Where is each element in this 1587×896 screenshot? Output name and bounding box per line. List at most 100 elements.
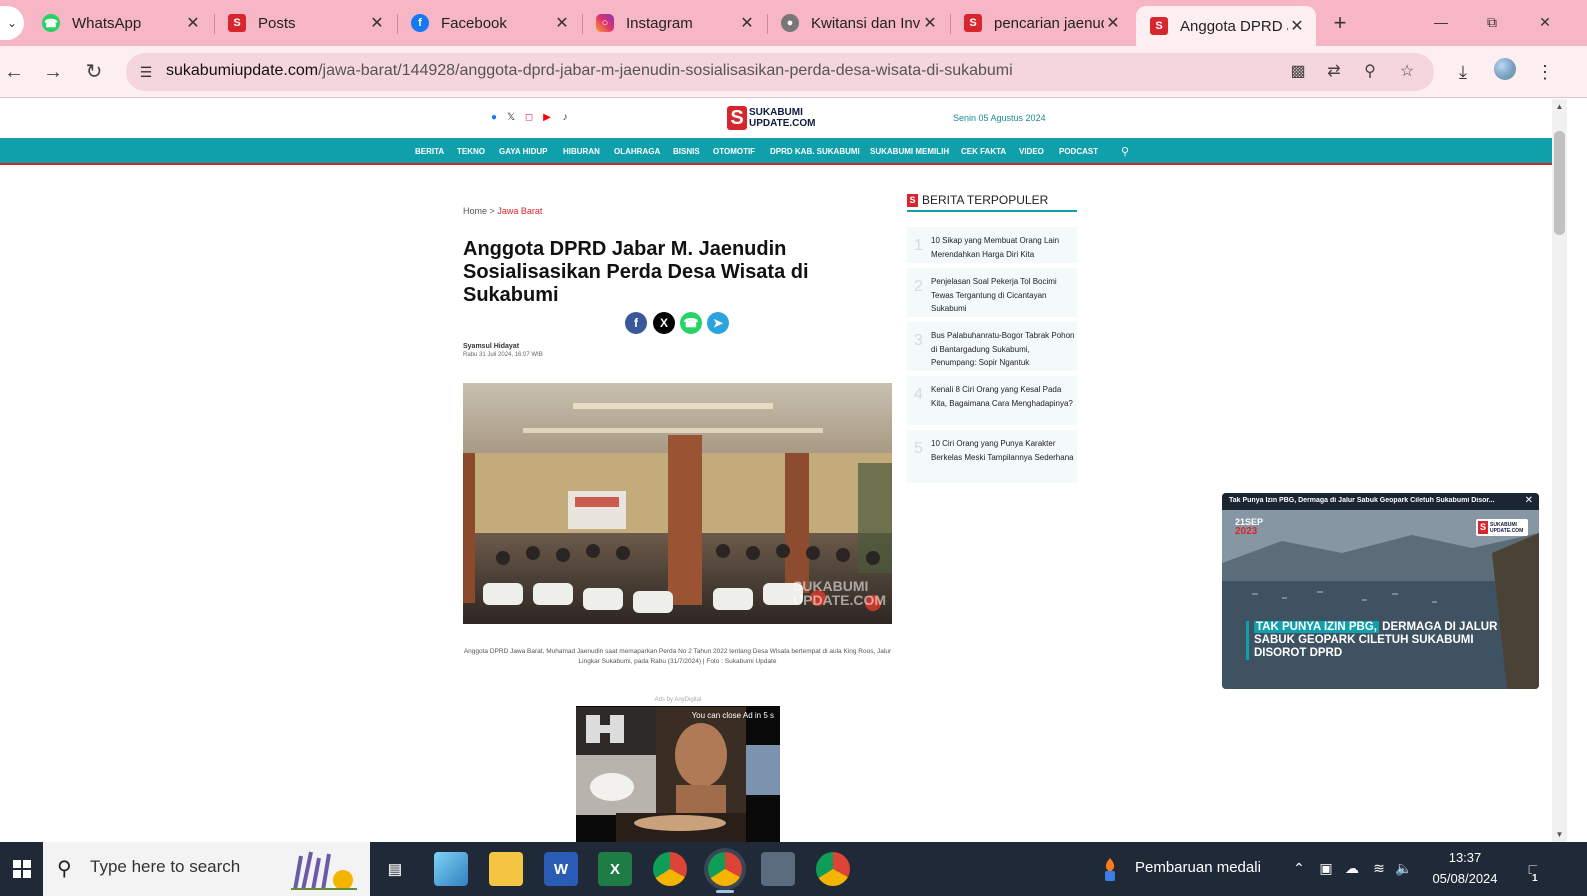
excel-app-icon[interactable]: X [598,852,632,886]
search-icon[interactable]: ⚲ [1121,145,1129,158]
meet-now-icon[interactable]: ▣ [1316,858,1336,878]
clock-time: 13:37 [1448,850,1482,865]
close-icon[interactable]: ✕ [921,13,939,33]
start-button[interactable] [0,842,43,896]
breadcrumb-current[interactable]: Jawa Barat [497,206,542,216]
tab-posts[interactable]: S Posts ✕ [214,6,396,40]
chrome-app-icon[interactable] [653,852,687,886]
popular-item[interactable]: 1 10 Sikap yang Membuat Orang Lain Meren… [907,227,1077,263]
news-widget[interactable]: Pembaruan medali [1099,854,1279,884]
close-icon[interactable]: ✕ [184,13,202,33]
popular-item[interactable]: 4 Kenali 8 Ciri Orang yang Kesal Pada Ki… [907,376,1077,425]
share-facebook-icon[interactable]: f [625,312,647,334]
popular-title[interactable]: Penjelasan Soal Pekerja Tol Bocimi Tewas… [931,275,1077,316]
scroll-down-arrow-icon[interactable]: ▼ [1552,827,1567,842]
nav-podcast[interactable]: PODCAST [1059,147,1098,156]
scroll-thumb[interactable] [1554,131,1565,235]
taskbar-clock[interactable]: 13:37 05/08/2024 [1420,847,1510,889]
zoom-icon[interactable]: ⚲ [1359,61,1381,83]
new-tab-plus-icon[interactable]: + [1327,10,1353,36]
site-logo[interactable]: S SUKABUMI UPDATE.COM [727,106,815,130]
page-scrollbar[interactable]: ▲ ▼ [1552,99,1567,842]
word-app-icon[interactable]: W [544,852,578,886]
task-view-icon[interactable]: ▤ [378,852,412,886]
minimize-icon[interactable]: — [1426,10,1456,34]
tab-facebook[interactable]: f Facebook ✕ [397,6,581,40]
file-explorer-icon[interactable] [489,852,523,886]
floating-video-player[interactable]: Tak Punya Izin PBG, Dermaga di Jalur Sab… [1222,493,1539,689]
video-bar-title[interactable]: Tak Punya Izin PBG, Dermaga di Jalur Sab… [1229,497,1519,504]
taskbar-search-box[interactable]: ⚲ Type here to search [43,842,370,896]
popular-title[interactable]: Kenali 8 Ciri Orang yang Kesal Pada Kita… [931,383,1077,410]
close-icon[interactable]: ✕ [1525,495,1533,506]
facebook-icon[interactable]: ● [488,112,500,124]
notification-center-icon[interactable]: □1 [1520,856,1546,892]
chrome-profile-app-icon[interactable] [816,852,850,886]
window-close-icon[interactable]: ✕ [1530,10,1560,34]
profile-avatar[interactable] [1494,58,1516,80]
popular-item[interactable]: 2 Penjelasan Soal Pekerja Tol Bocimi Tew… [907,268,1077,317]
notepad-app-icon[interactable] [434,852,468,886]
tab-instagram[interactable]: ○ Instagram ✕ [582,6,766,40]
popular-title[interactable]: 10 Ciri Orang yang Punya Karakter Berkel… [931,437,1077,464]
close-icon[interactable]: ✕ [738,13,756,33]
advertisement[interactable]: Ads by AnyDigital You can close Ad in 5 … [576,695,780,843]
close-icon[interactable]: ✕ [368,13,386,33]
nav-olahraga[interactable]: OLAHRAGA [614,147,660,156]
chrome-menu-icon[interactable]: ⋮ [1532,59,1558,85]
instagram-icon[interactable]: ◻ [523,112,535,124]
nav-dprd-kab-sukabumi[interactable]: DPRD KAB. SUKABUMI [770,147,860,156]
share-telegram-icon[interactable]: ➤ [707,312,729,334]
restore-icon[interactable]: ⧉ [1477,10,1507,34]
forward-arrow-icon[interactable]: → [39,58,67,86]
download-icon[interactable]: ⤓ [1450,59,1476,85]
wifi-icon[interactable]: ≋ [1369,858,1389,878]
nav-tekno[interactable]: TEKNO [457,147,485,156]
youtube-icon[interactable]: ▶ [541,112,553,124]
close-icon[interactable]: ✕ [1104,13,1122,33]
tab-whatsapp[interactable]: ☎ WhatsApp ✕ [28,6,212,40]
nav-cek-fakta[interactable]: CEK FAKTA [961,147,1006,156]
globe-icon: ● [781,14,799,32]
breadcrumb-home[interactable]: Home [463,206,487,216]
reload-icon[interactable]: ↻ [80,58,108,86]
calculator-app-icon[interactable] [761,852,795,886]
share-whatsapp-icon[interactable]: ☎ [680,312,702,334]
address-bar[interactable]: ☰ sukabumiupdate.com/jawa-barat/144928/a… [126,53,1434,91]
site-info-tune-icon[interactable]: ☰ [136,62,156,82]
popular-item[interactable]: 3 Bus Palabuhanratu-Bogor Tabrak Pohon d… [907,322,1077,371]
close-icon[interactable]: ✕ [553,13,571,33]
nav-sukabumi-memilih[interactable]: SUKABUMI MEMILIH [870,147,949,156]
volume-icon[interactable]: 🔈 [1394,858,1414,878]
nav-video[interactable]: VIDEO [1019,147,1044,156]
popular-rank: 3 [914,332,923,349]
show-hidden-icons-chevron-icon[interactable]: ⌃ [1289,858,1309,878]
back-arrow-icon[interactable]: ← [0,58,28,86]
article-author[interactable]: Syamsul Hidayat [463,343,519,350]
install-app-icon[interactable]: ▩ [1287,61,1309,83]
tab-kwitansi[interactable]: ● Kwitansi dan Invo ✕ [767,6,949,40]
x-twitter-icon[interactable]: 𝕏 [505,112,517,124]
tab-pencarian[interactable]: S pencarian jaenud ✕ [950,6,1132,40]
onedrive-cloud-icon[interactable]: ☁ [1342,858,1362,878]
nav-hiburan[interactable]: HIBURAN [563,147,600,156]
popular-title[interactable]: Bus Palabuhanratu-Bogor Tabrak Pohon di … [931,329,1077,370]
tab-anggota-dprd[interactable]: S Anggota DPRD Ja ✕ [1136,6,1316,46]
popular-title[interactable]: 10 Sikap yang Membuat Orang Lain Merenda… [931,234,1077,261]
scroll-up-arrow-icon[interactable]: ▲ [1552,99,1567,114]
bookmark-star-icon[interactable]: ☆ [1396,61,1418,83]
chrome-active-app-icon[interactable] [708,852,742,893]
nav-bisnis[interactable]: BISNIS [673,147,700,156]
popular-item[interactable]: 5 10 Ciri Orang yang Punya Karakter Berk… [907,430,1077,483]
nav-gaya-hidup[interactable]: GAYA HIDUP [499,147,547,156]
nav-otomotif[interactable]: OTOMOTIF [713,147,755,156]
browser-toolbar: ← → ↻ ☰ sukabumiupdate.com/jawa-barat/14… [0,46,1587,98]
url-text[interactable]: sukabumiupdate.com/jawa-barat/144928/ang… [166,62,1013,80]
ad-close-countdown[interactable]: You can close Ad in 5 s [692,711,774,720]
translate-icon[interactable]: ⇄ [1323,61,1345,83]
tab-search-chevron-icon[interactable]: ⌄ [0,6,24,40]
close-icon[interactable]: ✕ [1288,16,1306,36]
nav-berita[interactable]: BERITA [415,147,444,156]
tiktok-icon[interactable]: ♪ [559,112,571,124]
share-x-icon[interactable]: X [653,312,675,334]
